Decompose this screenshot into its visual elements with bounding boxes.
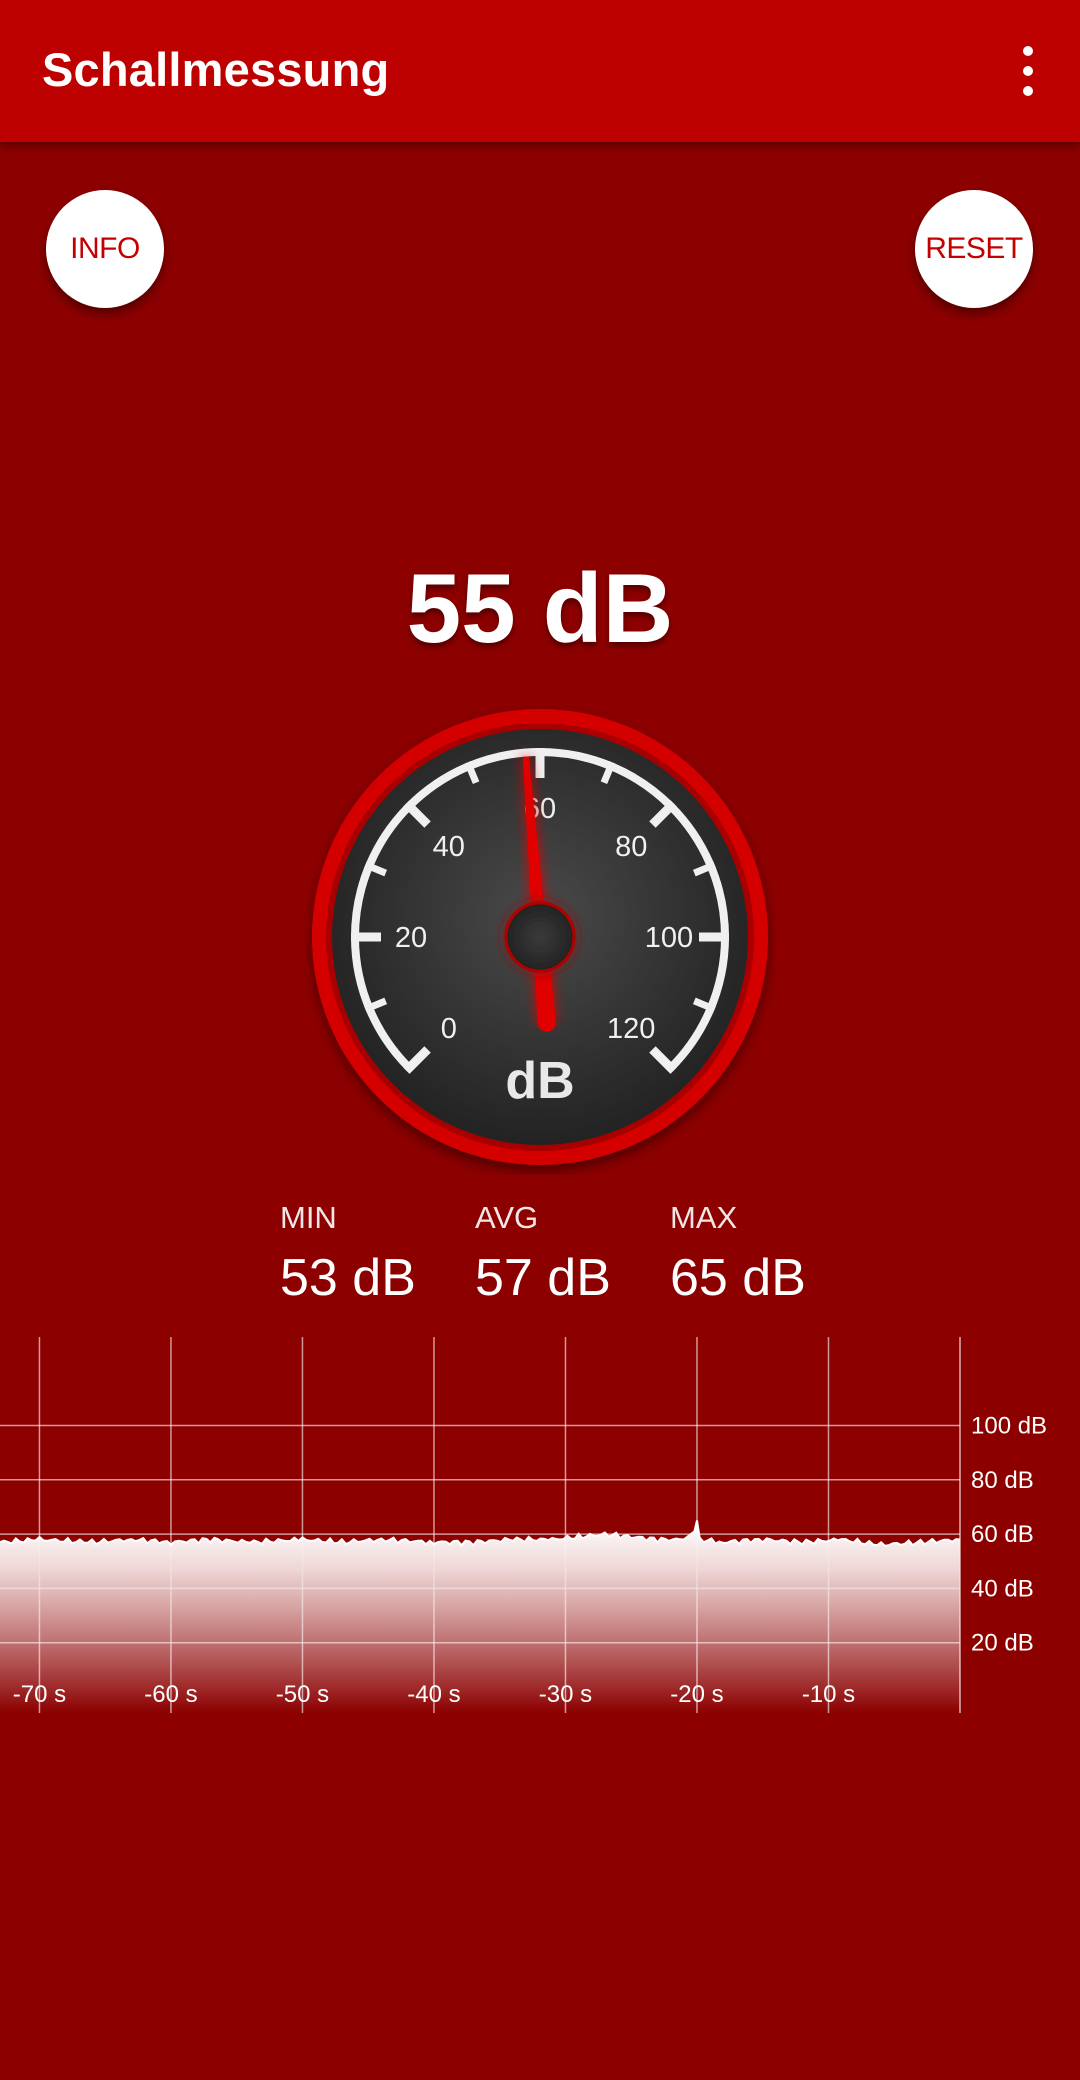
menu-dot	[1023, 66, 1033, 76]
more-vert-icon[interactable]	[1008, 46, 1048, 96]
gauge-needle-tail	[537, 1013, 556, 1032]
x-tick-label: -60 s	[144, 1681, 197, 1708]
menu-dot	[1023, 86, 1033, 96]
menu-dot	[1023, 46, 1033, 56]
gauge-hub	[504, 901, 576, 973]
stat-max-label: MAX	[670, 1200, 738, 1235]
gauge-tick-label: 20	[395, 922, 427, 954]
x-tick-label: -50 s	[276, 1681, 329, 1708]
stat-min-label: MIN	[280, 1200, 337, 1235]
x-tick-label: -30 s	[539, 1681, 592, 1708]
gauge-tick-label: 120	[607, 1013, 655, 1045]
app-bar: Schallmessung	[0, 0, 1080, 142]
x-tick-label: -20 s	[670, 1681, 723, 1708]
x-tick-label: -10 s	[802, 1681, 855, 1708]
y-tick-label: 20 dB	[971, 1630, 1034, 1657]
info-button[interactable]: INFO	[46, 190, 164, 308]
x-tick-label: -40 s	[407, 1681, 460, 1708]
y-tick-label: 100 dB	[971, 1412, 1047, 1439]
stat-min-value: 53 dB	[280, 1249, 416, 1307]
y-axis-labels: 100 dB 80 dB 60 dB 40 dB 20 dB	[971, 1412, 1047, 1656]
gauge-unit-label: dB	[505, 1052, 574, 1110]
y-tick-label: 60 dB	[971, 1521, 1034, 1548]
stat-avg: AVG 57 dB	[475, 1200, 611, 1308]
stat-avg-value: 57 dB	[475, 1249, 611, 1307]
y-tick-label: 40 dB	[971, 1575, 1034, 1602]
gauge-tick-label: 80	[615, 831, 647, 863]
stat-max: MAX 65 dB	[670, 1200, 806, 1308]
gauge-tick-label: 100	[645, 922, 693, 954]
y-tick-label: 80 dB	[971, 1467, 1034, 1494]
reset-button[interactable]: RESET	[915, 190, 1033, 308]
stat-max-value: 65 dB	[670, 1249, 806, 1307]
gauge-tick-label: 40	[433, 831, 465, 863]
gauge-tick-label: 0	[441, 1013, 457, 1045]
stat-min: MIN 53 dB	[280, 1200, 416, 1308]
x-tick-label: -70 s	[13, 1681, 66, 1708]
history-chart: -70 s -60 s -50 s -40 s -30 s -20 s -10 s 100 …	[0, 1337, 1047, 1713]
stat-avg-label: AVG	[475, 1200, 539, 1235]
db-gauge: 020406080100120 dB	[312, 709, 768, 1165]
app-title: Schallmessung	[42, 43, 390, 96]
current-level-readout: 55 dB	[406, 553, 674, 663]
